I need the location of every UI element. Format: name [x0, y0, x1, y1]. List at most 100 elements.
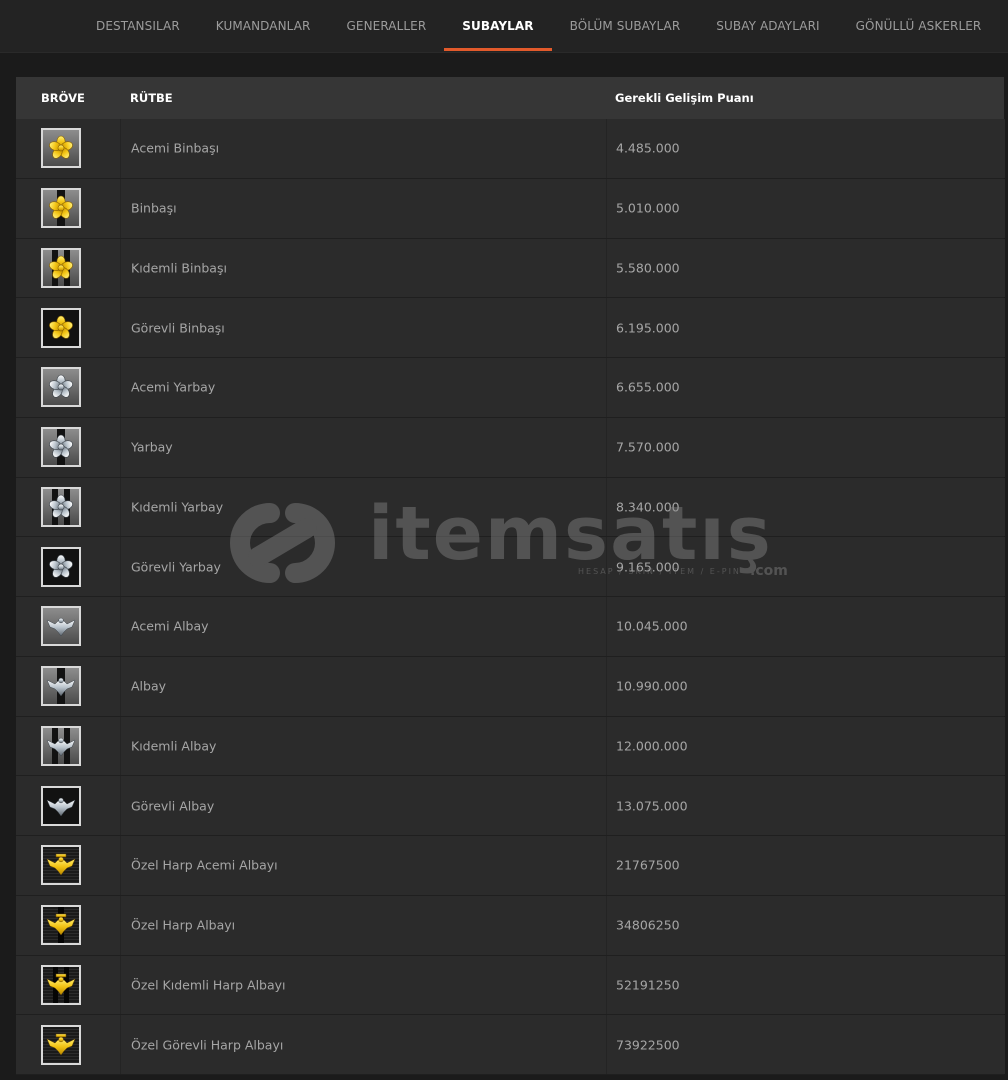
- tab-subaylar[interactable]: SUBAYLAR: [444, 0, 552, 52]
- required-points: 52191250: [616, 977, 680, 993]
- rank-cell: Görevli Yarbay: [120, 537, 607, 596]
- gold-eagle-icon: [41, 1024, 81, 1065]
- points-cell: 10.045.000: [606, 597, 1005, 656]
- table-row: Kıdemli Yarbay 8.340.000: [16, 477, 1005, 538]
- points-cell: 73922500: [606, 1015, 1005, 1074]
- rank-cell: Kıdemli Binbaşı: [120, 238, 607, 298]
- silver-eagle-icon: [41, 666, 81, 707]
- rank-name: Özel Harp Albayı: [131, 917, 236, 933]
- rank-table: BRÖVE RÜTBE Gerekli Gelişim Puanı Acemi …: [16, 77, 1005, 1075]
- rank-name: Acemi Binbaşı: [131, 140, 220, 156]
- table-row: Yarbay 7.570.000: [16, 417, 1005, 478]
- required-points: 5.010.000: [616, 200, 680, 216]
- points-cell: 8.340.000: [606, 477, 1005, 537]
- rank-cell: Binbaşı: [120, 178, 607, 238]
- points-cell: 34806250: [606, 895, 1005, 955]
- table-row: Özel Harp Albayı 34806250: [16, 895, 1005, 956]
- points-cell: 4.485.000: [606, 119, 1005, 178]
- gold-eagle-icon: [41, 845, 81, 886]
- points-cell: 12.000.000: [606, 716, 1005, 776]
- rank-name: Acemi Albay: [131, 618, 209, 634]
- rank-cell: Görevli Albay: [120, 776, 607, 835]
- tab-subay-adaylari[interactable]: SUBAY ADAYLARI: [698, 0, 837, 52]
- rank-cell: Kıdemli Albay: [120, 716, 607, 776]
- top-nav: DESTANSILAR KUMANDANLAR GENERALLER SUBAY…: [0, 0, 1008, 53]
- table-row: Görevli Binbaşı 6.195.000: [16, 298, 1005, 358]
- badge-cell: [16, 417, 120, 477]
- tab-gonullu-askerler[interactable]: GÖNÜLLÜ ASKERLER: [838, 0, 1000, 52]
- rank-cell: Yarbay: [120, 417, 607, 477]
- table-row: Kıdemli Albay 12.000.000: [16, 716, 1005, 777]
- rank-cell: Özel Harp Acemi Albayı: [120, 836, 607, 895]
- badge-cell: [16, 238, 120, 298]
- required-points: 6.195.000: [616, 320, 680, 336]
- table-row: Albay 10.990.000: [16, 656, 1005, 717]
- required-points: 13.075.000: [616, 798, 688, 814]
- required-points: 10.990.000: [616, 678, 688, 694]
- table-row: Görevli Albay 13.075.000: [16, 776, 1005, 836]
- table-row: Binbaşı 5.010.000: [16, 178, 1005, 239]
- table-row: Özel Kıdemli Harp Albayı 52191250: [16, 955, 1005, 1016]
- rank-name: Özel Kıdemli Harp Albayı: [131, 977, 286, 993]
- silver-leaf-icon: [41, 486, 81, 527]
- rank-cell: Özel Görevli Harp Albayı: [120, 1015, 607, 1074]
- points-cell: 5.580.000: [606, 238, 1005, 298]
- rank-cell: Acemi Binbaşı: [120, 119, 607, 178]
- rank-name: Acemi Yarbay: [131, 379, 216, 395]
- points-cell: 5.010.000: [606, 178, 1005, 238]
- rank-cell: Albay: [120, 656, 607, 716]
- rank-cell: Acemi Albay: [120, 597, 607, 656]
- rank-name: Özel Görevli Harp Albayı: [131, 1037, 284, 1053]
- table-row: Özel Harp Acemi Albayı 21767500: [16, 836, 1005, 896]
- badge-cell: [16, 178, 120, 238]
- tab-destansilar[interactable]: DESTANSILAR: [78, 0, 198, 52]
- badge-cell: [16, 597, 120, 656]
- gold-leaf-icon: [41, 307, 81, 348]
- silver-eagle-icon: [41, 606, 81, 647]
- tab-generaller[interactable]: GENERALLER: [329, 0, 445, 52]
- table-header: BRÖVE RÜTBE Gerekli Gelişim Puanı: [16, 77, 1004, 120]
- required-points: 6.655.000: [616, 379, 680, 395]
- tab-kumandanlar[interactable]: KUMANDANLAR: [198, 0, 329, 52]
- required-points: 7.570.000: [616, 439, 680, 455]
- badge-cell: [16, 477, 120, 537]
- table-body: Acemi Binbaşı 4.485.000 Binbaşı 5.010.000 Kı…: [16, 119, 1005, 1075]
- required-points: 5.580.000: [616, 260, 680, 276]
- table-row: Acemi Yarbay 6.655.000: [16, 358, 1005, 418]
- badge-cell: [16, 836, 120, 895]
- required-points: 10.045.000: [616, 618, 688, 634]
- silver-leaf-icon: [41, 546, 81, 587]
- table-row: Özel Görevli Harp Albayı 73922500: [16, 1015, 1005, 1075]
- rank-name: Yarbay: [131, 439, 173, 455]
- rank-cell: Özel Kıdemli Harp Albayı: [120, 955, 607, 1015]
- rank-cell: Görevli Binbaşı: [120, 298, 607, 357]
- rank-name: Albay: [131, 678, 167, 694]
- required-points: 8.340.000: [616, 499, 680, 515]
- rank-name: Binbaşı: [131, 200, 177, 216]
- silver-eagle-icon: [41, 725, 81, 766]
- rank-name: Kıdemli Binbaşı: [131, 260, 227, 276]
- required-points: 34806250: [616, 917, 680, 933]
- table-row: Görevli Yarbay 9.165.000: [16, 537, 1005, 597]
- badge-cell: [16, 955, 120, 1015]
- header-rank: RÜTBE: [130, 91, 173, 105]
- gold-eagle-icon: [41, 964, 81, 1005]
- points-cell: 13.075.000: [606, 776, 1005, 835]
- badge-cell: [16, 298, 120, 357]
- badge-cell: [16, 358, 120, 417]
- required-points: 73922500: [616, 1037, 680, 1053]
- badge-cell: [16, 119, 120, 178]
- points-cell: 10.990.000: [606, 656, 1005, 716]
- points-cell: 21767500: [606, 836, 1005, 895]
- rank-name: Görevli Yarbay: [131, 559, 221, 575]
- gold-leaf-icon: [41, 188, 81, 229]
- points-cell: 52191250: [606, 955, 1005, 1015]
- badge-cell: [16, 537, 120, 596]
- rank-cell: Kıdemli Yarbay: [120, 477, 607, 537]
- table-row: Acemi Albay 10.045.000: [16, 597, 1005, 657]
- gold-leaf-icon: [41, 247, 81, 288]
- badge-cell: [16, 656, 120, 716]
- table-row: Acemi Binbaşı 4.485.000: [16, 119, 1005, 179]
- page: DESTANSILAR KUMANDANLAR GENERALLER SUBAY…: [0, 0, 1008, 1080]
- tab-bolum-subaylar[interactable]: BÖLÜM SUBAYLAR: [552, 0, 699, 52]
